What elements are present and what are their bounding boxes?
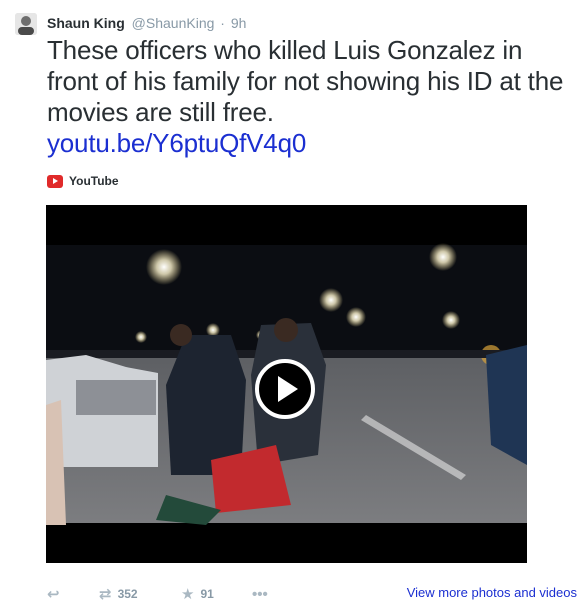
header-separator: · bbox=[220, 15, 225, 31]
star-icon: ★ bbox=[181, 586, 195, 603]
tweet: Shaun King @ShaunKing · 9h These officer… bbox=[0, 0, 583, 611]
author-name[interactable]: Shaun King bbox=[47, 15, 125, 31]
retweet-count: 352 bbox=[117, 587, 138, 601]
tweet-actions: ↩ ⇄ 352 ★ 91 ••• View more photos and vi… bbox=[47, 583, 577, 605]
tweet-link[interactable]: youtu.be/Y6ptuQfV4q0 bbox=[47, 128, 577, 159]
tweet-body: These officers who killed Luis Gonzalez … bbox=[47, 35, 564, 127]
source-label: YouTube bbox=[69, 174, 119, 188]
tweet-time[interactable]: 9h bbox=[231, 15, 247, 31]
tweet-text: These officers who killed Luis Gonzalez … bbox=[47, 35, 577, 159]
view-more-link[interactable]: View more photos and videos bbox=[407, 585, 577, 600]
more-dots-icon: ••• bbox=[252, 585, 268, 603]
retweet-icon: ⇄ bbox=[99, 586, 112, 603]
play-icon[interactable] bbox=[255, 359, 315, 419]
reply-button[interactable]: ↩ bbox=[47, 583, 66, 605]
more-button[interactable]: ••• bbox=[252, 583, 274, 605]
retweet-button[interactable]: ⇄ 352 bbox=[99, 583, 138, 605]
youtube-icon bbox=[47, 174, 63, 188]
card-source[interactable]: YouTube bbox=[47, 172, 119, 190]
tweet-header: Shaun King @ShaunKing · 9h bbox=[47, 14, 246, 32]
avatar[interactable] bbox=[15, 13, 37, 35]
favorite-button[interactable]: ★ 91 bbox=[181, 583, 214, 605]
author-handle[interactable]: @ShaunKing bbox=[132, 15, 215, 31]
reply-icon: ↩ bbox=[47, 586, 60, 603]
favorite-count: 91 bbox=[200, 587, 214, 601]
